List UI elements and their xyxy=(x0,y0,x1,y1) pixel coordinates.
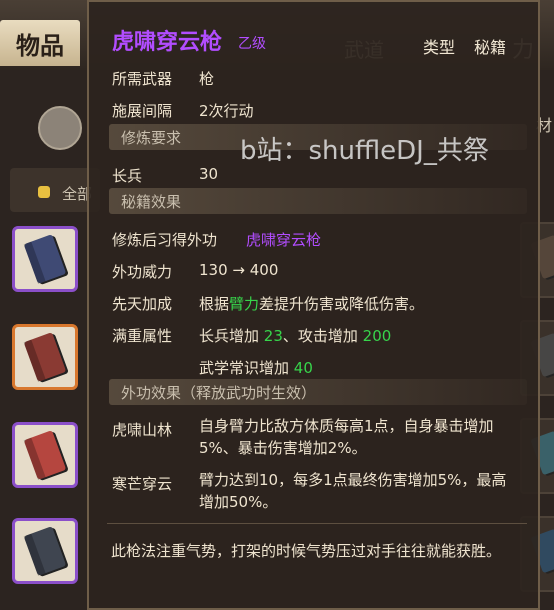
innate-suffix: 差提升伤害或降低伤害。 xyxy=(259,295,425,313)
inventory-slot[interactable] xyxy=(12,518,78,584)
flavor-text: 此枪法注重气势，打架的时候气势压过对手往往就能获胜。 xyxy=(111,542,502,560)
skill-effect-name: 寒芒穿云 xyxy=(112,475,173,493)
book-icon xyxy=(23,430,67,480)
requirement-value: 30 xyxy=(199,165,219,183)
skill-effect-description: 自身臂力比敌方体质每高1点，自身暴击增加5%、暴击伤害增加2%。 xyxy=(199,417,494,457)
inventory-slot[interactable] xyxy=(12,324,78,390)
learn-skill-label: 修炼后习得外功 xyxy=(112,231,218,249)
mastery-number: 40 xyxy=(293,359,313,377)
required-weapon-label: 所需武器 xyxy=(112,70,173,88)
requirement-label: 长兵 xyxy=(112,167,143,185)
inventory-slot[interactable] xyxy=(12,226,78,292)
mastery-number: 23 xyxy=(263,327,283,345)
power-value: 130 → 400 xyxy=(199,261,279,279)
mastery-text: 武学常识增加 xyxy=(199,359,294,377)
power-label: 外功威力 xyxy=(112,263,173,281)
divider xyxy=(107,523,527,524)
innate-bonus-value: 根据臂力差提升伤害或降低伤害。 xyxy=(199,293,424,314)
mastery-text: 、攻击增加 xyxy=(282,327,363,345)
mastery-text: 长兵增加 xyxy=(199,327,264,345)
cast-interval-label: 施展间隔 xyxy=(112,102,173,120)
item-tooltip: 虎啸穿云枪 乙级 类型 秘籍 所需武器 枪 施展间隔 2次行动 修炼要求 长兵 … xyxy=(87,0,540,610)
tab-items[interactable]: 物品 xyxy=(0,20,80,66)
type-label: 类型 xyxy=(423,38,456,57)
section-title: 修炼要求 xyxy=(121,129,182,147)
category-icon[interactable] xyxy=(38,106,82,150)
filter-dot-icon xyxy=(38,186,50,198)
item-grade: 乙级 xyxy=(238,36,266,52)
innate-stat: 臂力 xyxy=(229,295,260,313)
type-value: 秘籍 xyxy=(474,38,507,57)
skill-effect-description: 臂力达到10，每多1点最终伤害增加5%，最高增加50%。 xyxy=(199,471,507,511)
cast-interval-value: 2次行动 xyxy=(199,102,254,120)
section-external-effects: 外功效果（释放武功时生效） xyxy=(109,379,527,405)
book-icon xyxy=(23,526,67,576)
mastery-label: 满重属性 xyxy=(112,327,173,345)
inventory-slot[interactable] xyxy=(12,422,78,488)
mastery-line-2: 武学常识增加 40 xyxy=(199,357,313,378)
innate-bonus-label: 先天加成 xyxy=(112,295,173,313)
mastery-line-1: 长兵增加 23、攻击增加 200 xyxy=(199,325,391,346)
book-icon xyxy=(23,332,67,382)
required-weapon-value: 枪 xyxy=(199,70,215,88)
skill-effect-name: 虎啸山林 xyxy=(112,421,173,439)
watermark: b站：shuffleDJ_共祭 xyxy=(240,136,489,166)
item-title: 虎啸穿云枪 xyxy=(112,30,223,55)
section-title: 秘籍效果 xyxy=(121,193,182,211)
book-icon xyxy=(23,234,67,284)
section-title: 外功效果（释放武功时生效） xyxy=(121,384,317,402)
innate-prefix: 根据 xyxy=(199,295,230,313)
mastery-number: 200 xyxy=(362,327,392,345)
section-book-effects: 秘籍效果 xyxy=(109,188,527,214)
learn-skill-value: 虎啸穿云枪 xyxy=(246,231,322,249)
